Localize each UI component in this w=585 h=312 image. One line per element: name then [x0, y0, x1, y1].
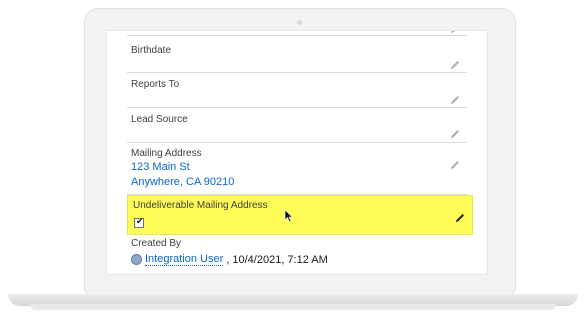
pencil-icon[interactable]	[449, 159, 461, 171]
field-divider	[127, 31, 467, 36]
created-by-timestamp: , 10/4/2021, 7:12 AM	[226, 253, 328, 266]
field-undeliverable-mailing-address: Undeliverable Mailing Address ✔	[127, 195, 473, 235]
mouse-pointer-icon	[284, 209, 294, 223]
pencil-icon[interactable]	[449, 59, 461, 71]
field-birthdate: Birthdate	[127, 39, 467, 73]
pencil-icon[interactable]	[449, 128, 461, 140]
pencil-icon[interactable]	[449, 30, 461, 35]
address-line-1-link[interactable]: 123 Main St	[131, 161, 190, 173]
checkmark-icon: ✔	[136, 216, 144, 226]
laptop-camera	[297, 20, 302, 25]
field-label-created-by: Created By	[131, 238, 182, 249]
field-label: Birthdate	[131, 45, 172, 56]
created-by-value: Integration User , 10/4/2021, 7:12 AM	[131, 253, 328, 266]
pencil-icon[interactable]	[449, 94, 461, 106]
field-label: Mailing Address	[131, 148, 202, 159]
address-line-2-link[interactable]: Anywhere, CA 90210	[131, 176, 234, 188]
laptop-base-shadow	[30, 304, 556, 310]
field-label: Undeliverable Mailing Address	[133, 200, 268, 211]
record-detail-panel: Birthdate Reports To Lead Source Mailing…	[106, 30, 488, 275]
field-label: Lead Source	[131, 114, 188, 125]
created-by-user-link[interactable]: Integration User	[145, 253, 224, 266]
field-reports-to: Reports To	[127, 73, 467, 108]
field-label: Reports To	[131, 79, 180, 90]
user-avatar-icon	[131, 254, 142, 265]
field-mailing-address: Mailing Address 123 Main St Anywhere, CA…	[127, 143, 467, 195]
undeliverable-checkbox[interactable]: ✔	[134, 216, 144, 228]
field-lead-source: Lead Source	[127, 108, 467, 143]
pencil-icon[interactable]	[454, 212, 466, 224]
